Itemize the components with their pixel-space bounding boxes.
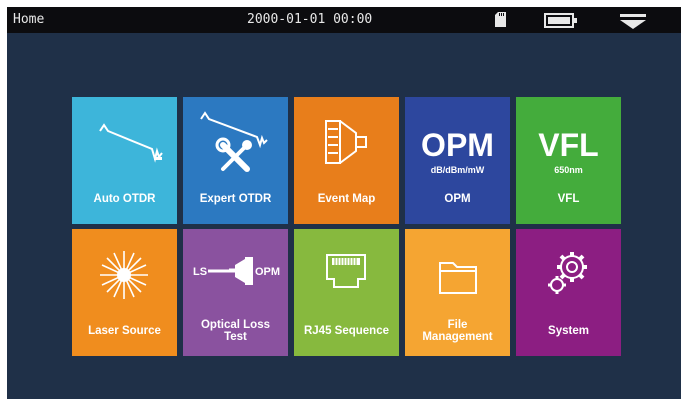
otdr-tools-icon — [200, 111, 268, 172]
tile-expert-otdr[interactable]: Expert OTDR — [183, 97, 288, 224]
tile-label-line1: File — [447, 319, 468, 331]
tile-auto-otdr[interactable]: Auto OTDR — [72, 97, 177, 224]
laser-burst-icon — [100, 251, 148, 299]
dropdown-menu-icon[interactable] — [617, 12, 649, 30]
tile-optical-loss-test[interactable]: LS OPM Optical Loss Test — [183, 229, 288, 356]
page-title: Home — [13, 12, 45, 27]
screen: Home 2000-01-01 00:00 Auto OTDR Expert O… — [7, 7, 681, 399]
sd-card-icon — [495, 12, 506, 27]
ls-text: LS — [193, 266, 207, 278]
datetime: 2000-01-01 00:00 — [247, 12, 373, 27]
tile-label: VFL — [557, 193, 580, 205]
tile-label: System — [548, 325, 589, 337]
opm-small-text: OPM — [255, 266, 280, 278]
tile-label: Expert OTDR — [199, 193, 272, 205]
rj45-icon — [326, 254, 366, 288]
battery-icon — [544, 13, 577, 28]
tile-opm[interactable]: OPM dB/dBm/mW OPM — [405, 97, 510, 224]
connector-icon — [325, 120, 367, 164]
tile-vfl[interactable]: VFL 650nm VFL — [516, 97, 621, 224]
vfl-wavelength: 650nm — [554, 165, 583, 175]
tile-laser-source[interactable]: Laser Source — [72, 229, 177, 356]
tile-event-map[interactable]: Event Map — [294, 97, 399, 224]
opm-units: dB/dBm/mW — [430, 165, 485, 175]
tile-rj45-sequence[interactable]: RJ45 Sequence — [294, 229, 399, 356]
tile-label: OPM — [444, 193, 471, 205]
tile-file-management[interactable]: File Management — [405, 229, 510, 356]
tile-label: Event Map — [317, 193, 376, 205]
tile-label-line1: Optical Loss — [200, 319, 271, 331]
tile-label: Laser Source — [88, 325, 161, 337]
tile-system[interactable]: System — [516, 229, 621, 356]
folder-icon — [439, 262, 477, 294]
ls-opm-icon: LS OPM — [193, 257, 280, 285]
gear-icon — [548, 252, 587, 294]
otdr-trace-icon — [99, 123, 163, 163]
tile-label: RJ45 Sequence — [303, 325, 389, 337]
tile-label-line2: Management — [422, 331, 493, 343]
tile-label-line2: Test — [224, 331, 247, 343]
tile-label: Auto OTDR — [93, 193, 156, 205]
status-bar: Home 2000-01-01 00:00 — [7, 7, 681, 33]
vfl-text-icon: VFL — [538, 127, 599, 163]
opm-text-icon: OPM — [421, 127, 494, 163]
